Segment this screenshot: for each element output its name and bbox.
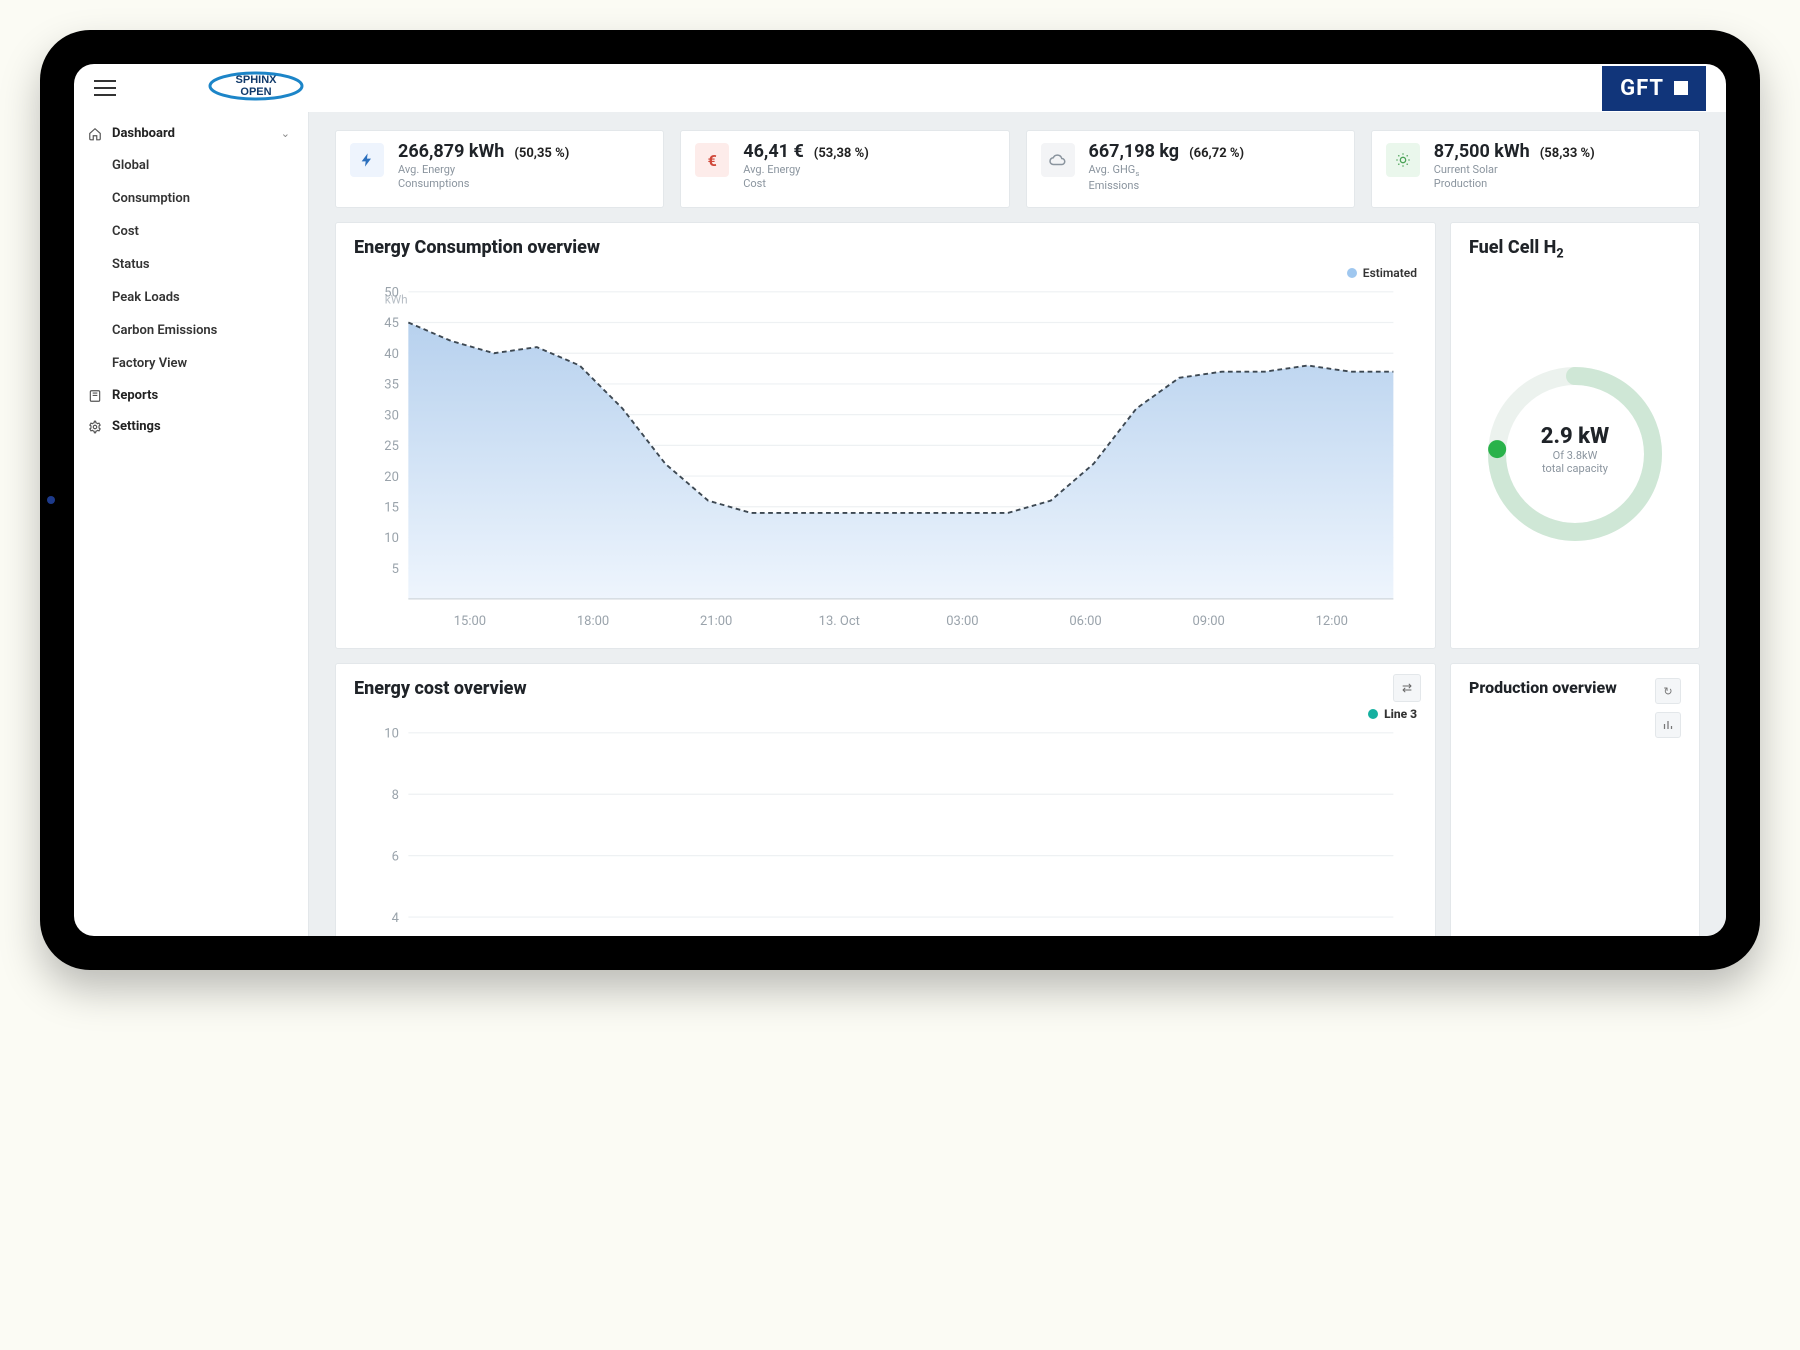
- panel-title: Production overview: [1469, 678, 1645, 697]
- kpi-sub: Avg. GHGsEmissions: [1089, 163, 1245, 193]
- content-area: 266,879 kWh (50,35 %) Avg. EnergyConsumpt…: [309, 112, 1726, 936]
- kpi-value: 87,500 kWh: [1434, 141, 1530, 162]
- panel-title: Energy Consumption overview: [354, 237, 1417, 258]
- svg-text:45: 45: [384, 316, 399, 331]
- kpi-pct: (66,72 %): [1189, 146, 1244, 161]
- legend-line3: Line 3: [354, 707, 1417, 721]
- svg-text:15: 15: [384, 500, 399, 515]
- sidebar-dashboard-label: Dashboard: [112, 126, 175, 141]
- svg-text:6: 6: [392, 850, 399, 865]
- bar-chart-icon[interactable]: [1655, 712, 1681, 738]
- legend-estimated: Estimated: [354, 266, 1417, 280]
- sidebar-item-settings[interactable]: Settings: [74, 411, 304, 442]
- tablet-camera: [47, 496, 55, 504]
- sidebar-item-global[interactable]: Global: [74, 149, 304, 182]
- swap-icon[interactable]: ⇄: [1393, 674, 1421, 702]
- panel-production-overview: Production overview ↻: [1450, 663, 1700, 936]
- fuel-cell-gauge[interactable]: 2.9 kW Of 3.8kW total capacity: [1475, 354, 1675, 554]
- kpi-pct: (50,35 %): [514, 146, 569, 161]
- logo-text-bottom: OPEN: [240, 86, 271, 98]
- legend-dot-icon: [1347, 268, 1357, 278]
- kpi-value: 667,198 kg: [1089, 141, 1180, 162]
- svg-text:30: 30: [384, 408, 399, 423]
- sidebar-item-peak-loads[interactable]: Peak Loads: [74, 281, 304, 314]
- svg-text:03:00: 03:00: [946, 614, 978, 629]
- svg-text:10: 10: [384, 727, 399, 742]
- sidebar-settings-label: Settings: [112, 419, 161, 434]
- legend-label: Line 3: [1384, 707, 1417, 721]
- kpi-solar-production[interactable]: 87,500 kWh (58,33 %) Current SolarProduct…: [1371, 130, 1700, 208]
- gauge-sub1: Of 3.8kW: [1515, 449, 1635, 462]
- svg-text:20: 20: [384, 470, 399, 485]
- sidebar-item-cost[interactable]: Cost: [74, 215, 304, 248]
- svg-text:18:00: 18:00: [577, 614, 609, 629]
- panel-title: Energy cost overview: [354, 678, 1417, 699]
- logo-text-top: SPHINX: [236, 74, 278, 86]
- energy-cost-chart[interactable]: 0246810Sun 03Mon 04Tue 05Wed 06Thu 07Fri…: [354, 721, 1417, 936]
- gauge-value: 2.9 kW: [1515, 424, 1635, 449]
- panel-energy-cost: ⇄ Energy cost overview Line 3 0246810Sun…: [335, 663, 1436, 936]
- svg-text:4: 4: [392, 911, 399, 926]
- svg-text:13. Oct: 13. Oct: [819, 614, 860, 629]
- cloud-icon: [1041, 143, 1075, 177]
- svg-text:15:00: 15:00: [454, 614, 486, 629]
- gauge-sub2: total capacity: [1515, 462, 1635, 475]
- chevron-down-icon: ⌄: [281, 127, 290, 140]
- product-logo: SPHINX OPEN: [206, 69, 306, 107]
- kpi-value: 46,41 €: [743, 141, 804, 162]
- kpi-energy-consumption[interactable]: 266,879 kWh (50,35 %) Avg. EnergyConsumpt…: [335, 130, 664, 208]
- energy-consumption-chart[interactable]: kWh510152025303540455015:0018:0021:0013.…: [354, 280, 1417, 634]
- kpi-energy-cost[interactable]: € 46,41 € (53,38 %) Avg. EnergyCost: [680, 130, 1009, 208]
- brand-badge-square-icon: [1674, 81, 1688, 95]
- svg-text:12:00: 12:00: [1316, 614, 1348, 629]
- sidebar-item-status[interactable]: Status: [74, 248, 304, 281]
- brand-badge: GFT: [1602, 66, 1706, 111]
- gear-icon: [88, 420, 102, 434]
- kpi-pct: (53,38 %): [814, 146, 869, 161]
- panel-fuel-cell: Fuel Cell H2 2.9 kW Of 3.8kW: [1450, 222, 1700, 649]
- reports-icon: [88, 389, 102, 403]
- svg-text:25: 25: [384, 439, 399, 454]
- euro-icon: €: [695, 143, 729, 177]
- svg-text:5: 5: [392, 562, 399, 577]
- kpi-sub: Avg. EnergyCost: [743, 163, 869, 191]
- sidebar-item-dashboard[interactable]: Dashboard ⌄: [74, 118, 304, 149]
- svg-text:35: 35: [384, 378, 399, 393]
- svg-text:50: 50: [384, 286, 399, 301]
- kpi-sub: Current SolarProduction: [1434, 163, 1595, 191]
- svg-text:40: 40: [384, 347, 399, 362]
- legend-dot-icon: [1368, 709, 1378, 719]
- kpi-pct: (58,33 %): [1540, 146, 1595, 161]
- svg-text:06:00: 06:00: [1069, 614, 1101, 629]
- sidebar-item-carbon-emissions[interactable]: Carbon Emissions: [74, 314, 304, 347]
- brand-badge-text: GFT: [1620, 76, 1664, 101]
- refresh-icon[interactable]: ↻: [1655, 678, 1681, 704]
- svg-text:09:00: 09:00: [1193, 614, 1225, 629]
- panel-title: Fuel Cell H2: [1469, 237, 1681, 262]
- sidebar: Dashboard ⌄ Global Consumption Cost Stat…: [74, 112, 309, 936]
- sidebar-item-consumption[interactable]: Consumption: [74, 182, 304, 215]
- sidebar-reports-label: Reports: [112, 388, 158, 403]
- panel-energy-consumption: Energy Consumption overview Estimated: [335, 222, 1436, 649]
- sidebar-item-reports[interactable]: Reports: [74, 380, 304, 411]
- kpi-sub: Avg. EnergyConsumptions: [398, 163, 569, 191]
- sun-icon: [1386, 143, 1420, 177]
- svg-text:8: 8: [392, 788, 399, 803]
- svg-text:21:00: 21:00: [700, 614, 732, 629]
- bolt-icon: [350, 143, 384, 177]
- top-bar: SPHINX OPEN GFT: [74, 64, 1726, 112]
- svg-text:10: 10: [384, 531, 399, 546]
- kpi-value: 266,879 kWh: [398, 141, 504, 162]
- menu-icon[interactable]: [94, 80, 116, 96]
- legend-label: Estimated: [1363, 266, 1417, 280]
- kpi-ghg-emissions[interactable]: 667,198 kg (66,72 %) Avg. GHGsEmissions: [1026, 130, 1355, 208]
- home-icon: [88, 127, 102, 141]
- kpi-row: 266,879 kWh (50,35 %) Avg. EnergyConsumpt…: [335, 130, 1700, 208]
- sidebar-item-factory-view[interactable]: Factory View: [74, 347, 304, 380]
